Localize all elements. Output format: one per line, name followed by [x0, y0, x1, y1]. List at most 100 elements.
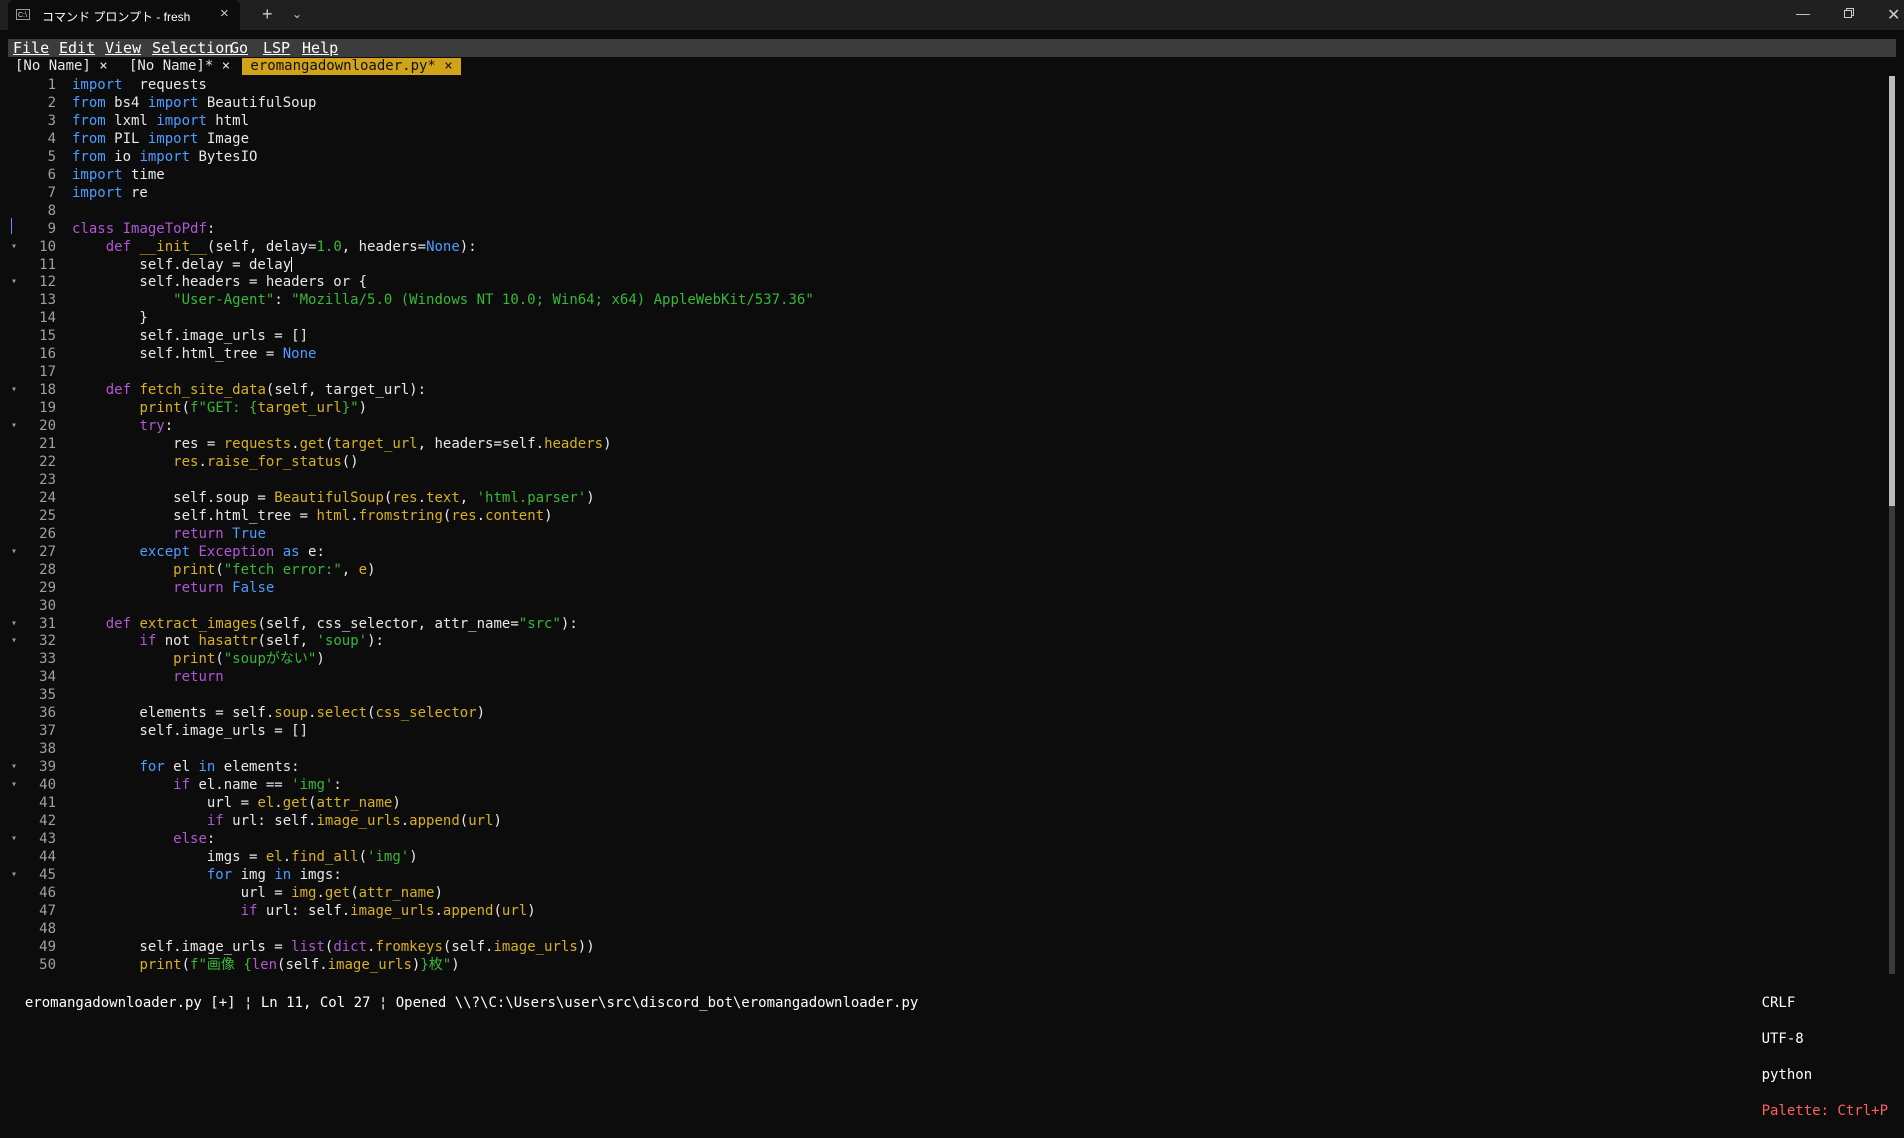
code-line[interactable]: 48: [8, 920, 1884, 938]
fold-toggle-icon[interactable]: ▾: [8, 830, 20, 848]
code-line[interactable]: 36 elements = self.soup.select(css_selec…: [8, 704, 1884, 722]
editor-tab-no-name-2[interactable]: [No Name]* ×: [129, 58, 230, 75]
code-line[interactable]: ▾ 12 self.headers = headers or {: [8, 273, 1884, 291]
code-line[interactable]: 5 from io import BytesIO: [8, 148, 1884, 166]
code-line[interactable]: 25 self.html_tree = html.fromstring(res.…: [8, 507, 1884, 525]
fold-toggle-icon[interactable]: ▾: [8, 417, 20, 435]
minimize-button[interactable]: —: [1796, 5, 1810, 21]
fold-toggle-icon[interactable]: ▾: [8, 776, 20, 794]
code-line[interactable]: ▾ 20 try:: [8, 417, 1884, 435]
code-line[interactable]: 49 self.image_urls = list(dict.fromkeys(…: [8, 938, 1884, 956]
code-line[interactable]: 47 if url: self.image_urls.append(url): [8, 902, 1884, 920]
code-line[interactable]: 29 return False: [8, 579, 1884, 597]
code-line[interactable]: ▾ 32 if not hasattr(self, 'soup'):: [8, 632, 1884, 650]
code-line[interactable]: 34 return: [8, 668, 1884, 686]
terminal-tab[interactable]: C:\ コマンド プロンプト - fresh ×: [8, 0, 240, 30]
code-text: return: [173, 669, 224, 686]
menu-help[interactable]: Help: [302, 39, 338, 57]
code-line[interactable]: 6 import time: [8, 166, 1884, 184]
code-line[interactable]: 21 res = requests.get(target_url, header…: [8, 435, 1884, 453]
code-line[interactable]: 23: [8, 471, 1884, 489]
fold-toggle-icon[interactable]: ▾: [8, 632, 20, 650]
code-line[interactable]: 41 url = el.get(attr_name): [8, 794, 1884, 812]
code-line[interactable]: ▾ 31 def extract_images(self, css_selecto…: [8, 615, 1884, 633]
line-number: 30: [39, 597, 56, 614]
fold-toggle-icon[interactable]: ▾: [8, 758, 20, 776]
code-editor[interactable]: 1 import requests 2 from bs4 import Beautif…: [8, 76, 1884, 974]
code-line[interactable]: 22 res.raise_for_status(): [8, 453, 1884, 471]
line-number: 48: [39, 920, 56, 937]
menu-view[interactable]: View: [105, 39, 141, 57]
code-line[interactable]: ▾ 45 for img in imgs:: [8, 866, 1884, 884]
line-number: 23: [39, 471, 56, 488]
menu-go[interactable]: Go: [230, 39, 248, 57]
menu-lsp[interactable]: LSP: [263, 39, 290, 57]
menu-file[interactable]: File: [13, 39, 49, 57]
code-line[interactable]: 42 if url: self.image_urls.append(url): [8, 812, 1884, 830]
language-mode[interactable]: python: [1762, 1067, 1813, 1083]
fold-toggle-icon[interactable]: ▾: [8, 273, 20, 291]
line-number: 36: [39, 705, 56, 722]
code-line[interactable]: 30: [8, 597, 1884, 615]
code-line[interactable]: 26 return True: [8, 525, 1884, 543]
status-bar: eromangadownloader.py [+] ¦ Ln 11, Col 2…: [8, 976, 1896, 1119]
fold-toggle-icon[interactable]: ▾: [8, 866, 20, 884]
restore-button[interactable]: [1844, 8, 1854, 18]
code-line[interactable]: ▾ 18 def fetch_site_data(self, target_url…: [8, 381, 1884, 399]
line-number: 46: [39, 884, 56, 901]
code-line[interactable]: 15 self.image_urls = []: [8, 327, 1884, 345]
line-number: 45: [39, 866, 56, 883]
code-line[interactable]: 38: [8, 740, 1884, 758]
fold-toggle-icon[interactable]: ▾: [8, 238, 20, 256]
menu-edit[interactable]: Edit: [59, 39, 95, 57]
editor-tab-active[interactable]: eromangadownloader.py* ×: [242, 58, 462, 75]
editor-tab-no-name-1[interactable]: [No Name] ×: [15, 58, 108, 75]
fold-toggle-icon[interactable]: ▾: [8, 543, 20, 561]
code-line[interactable]: 8: [8, 202, 1884, 220]
code-line[interactable]: 19 print(f"GET: {target_url}"): [8, 399, 1884, 417]
chevron-down-icon[interactable]: ⌄: [292, 7, 302, 21]
command-palette-hint[interactable]: Palette: Ctrl+P: [1762, 1103, 1888, 1119]
code-line[interactable]: ▾ 40 if el.name == 'img':: [8, 776, 1884, 794]
code-line[interactable]: 33 print("soupがない"): [8, 650, 1884, 668]
code-line[interactable]: 13 "User-Agent": "Mozilla/5.0 (Windows N…: [8, 291, 1884, 309]
line-ending[interactable]: CRLF: [1762, 995, 1796, 1011]
code-line[interactable]: 28 print("fetch error:", e): [8, 561, 1884, 579]
scrollbar-thumb[interactable]: [1889, 76, 1895, 506]
menu-selection[interactable]: Selection: [152, 39, 233, 57]
close-window-button[interactable]: ✕: [1887, 5, 1900, 25]
new-tab-button[interactable]: +: [262, 4, 273, 25]
code-line[interactable]: 4 from PIL import Image: [8, 130, 1884, 148]
encoding[interactable]: UTF-8: [1762, 1031, 1804, 1047]
code-line[interactable]: 44 imgs = el.find_all('img'): [8, 848, 1884, 866]
fold-toggle-icon[interactable]: ▾: [8, 615, 20, 633]
code-line[interactable]: 14 }: [8, 309, 1884, 327]
code-text: def fetch_site_data(self, target_url):: [105, 382, 427, 399]
code-text: print("fetch error:", e): [173, 561, 376, 578]
code-line[interactable]: ▾ 43 else:: [8, 830, 1884, 848]
command-prompt-icon: C:\: [16, 9, 30, 20]
code-line[interactable]: 1 import requests: [8, 76, 1884, 94]
line-number: 41: [39, 795, 56, 811]
code-line[interactable]: ▾ 39 for el in elements:: [8, 758, 1884, 776]
code-line[interactable]: 46 url = img.get(attr_name): [8, 884, 1884, 902]
fold-toggle-icon[interactable]: ▾: [8, 381, 20, 399]
code-line[interactable]: 17: [8, 363, 1884, 381]
code-line[interactable]: ▾ 10 def __init__(self, delay=1.0, header…: [8, 238, 1884, 256]
code-line[interactable]: 16 self.html_tree = None: [8, 345, 1884, 363]
code-text: self.image_urls = []: [72, 328, 309, 345]
code-line[interactable]: 9 class ImageToPdf:: [8, 220, 1884, 238]
code-line[interactable]: 37 self.image_urls = []: [8, 722, 1884, 740]
close-tab-icon[interactable]: ×: [220, 5, 229, 22]
code-line[interactable]: 24 self.soup = BeautifulSoup(res.text, '…: [8, 489, 1884, 507]
code-text: for img in imgs:: [206, 866, 342, 883]
code-line[interactable]: 3 from lxml import html: [8, 112, 1884, 130]
code-line[interactable]: 2 from bs4 import BeautifulSoup: [8, 94, 1884, 112]
code-line[interactable]: 35: [8, 686, 1884, 704]
code-line[interactable]: 50 print(f"画像 {len(self.image_urls)}枚"): [8, 956, 1884, 974]
code-line[interactable]: 7 import re: [8, 184, 1884, 202]
code-line[interactable]: 11 self.delay = delay: [8, 256, 1884, 274]
code-line[interactable]: ▾ 27 except Exception as e:: [8, 543, 1884, 561]
vertical-scrollbar[interactable]: [1889, 76, 1895, 974]
code-text: print("soupがない"): [173, 651, 325, 668]
